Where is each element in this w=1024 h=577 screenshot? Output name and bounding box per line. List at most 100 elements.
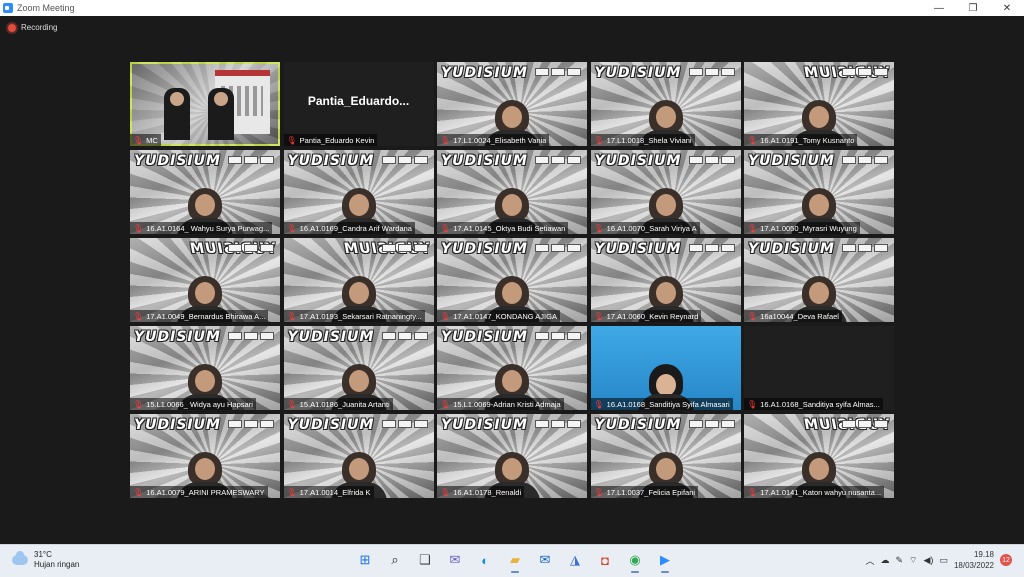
participant-name-label: 🎙 17.A1.0049_Bernardus Bhirawa A...	[130, 310, 269, 322]
battery-icon[interactable]: ▭	[939, 555, 948, 566]
participant-tile[interactable]: YUDISIUM 🎙 17.A1.0060_Kevin Reynard	[590, 238, 741, 322]
logo-strip	[535, 244, 581, 252]
logo-strip	[228, 420, 274, 428]
participant-tile[interactable]: 🎙 MC	[130, 62, 280, 146]
participant-tile[interactable]: YUDISIUM 🎙 17.L1.0037_Felicia Epifani	[590, 414, 741, 498]
speaker-icon[interactable]: ◀)	[924, 555, 934, 566]
participant-name: 17.A1.0193_Sekarsari Ratnaningty...	[299, 311, 422, 321]
participant-tile[interactable]: YUDISIUM🎙16.A1.0191_Tomy Kusnanto	[744, 62, 894, 146]
participant-name-label: 🎙 16.A1.0191_Tomy Kusnanto	[744, 134, 858, 146]
cloud-icon[interactable]: ☁	[881, 555, 890, 566]
search-icon[interactable]: ⌕	[384, 549, 406, 571]
background-banner: YUDISIUM	[594, 153, 682, 169]
mic-muted-icon: 🎙	[440, 135, 451, 145]
logo-strip	[381, 244, 428, 252]
chevron-up-icon[interactable]: ︿	[865, 554, 874, 567]
background-banner: YUDISIUM	[594, 65, 682, 81]
participant-tile[interactable]: YUDISIUM 🎙 16.A1.0178_Renaldi	[437, 414, 587, 498]
background-banner: YUDISIUM	[441, 329, 528, 345]
close-button[interactable]: ✕	[990, 0, 1024, 16]
clock[interactable]: 19.18 18/03/2022	[954, 549, 994, 571]
participant-tile[interactable]: YUDISIUM🎙17.A1.0193_Sekarsari Ratnaningt…	[283, 238, 434, 322]
participant-tile[interactable]: YUDISIUM 🎙 17.A1.0145_Oktya Budi Setiawan	[437, 150, 587, 234]
participant-tile[interactable]: YUDISIUM 🎙 16.A1.0169_Candra Arif Wardana	[283, 150, 434, 234]
participant-tile[interactable]: 🎙 16.A1.0168_Sanditiya syifa Almas...	[744, 326, 894, 410]
background-banner: YUDISIUM	[134, 153, 221, 169]
participant-tile[interactable]: Pantia_Eduardo... 🎙 Pantia_Eduardo Kevin	[283, 62, 434, 146]
start-icon[interactable]: ⊞	[354, 549, 376, 571]
weather-temp: 31°C	[34, 550, 52, 559]
participant-tile[interactable]: YUDISIUM 🎙 17.A1.0050_Myrasri Wuyung	[744, 150, 894, 234]
mail-icon[interactable]: ✉	[534, 549, 556, 571]
participant-name-label: 🎙 16.A1.0164_ Wahyu Surya Purwag...	[130, 222, 273, 234]
participant-name: 17.L1.0024_Elisabeth Vania	[453, 135, 547, 145]
weather-widget[interactable]: 31°C Hujan ringan	[12, 550, 79, 570]
participant-video	[648, 188, 683, 222]
wifi-icon[interactable]: ⌔	[909, 555, 917, 566]
participant-tile[interactable]: YUDISIUM 🎙 16a10044_Deva Rafael	[744, 238, 894, 322]
logo-strip	[688, 420, 735, 428]
office-icon[interactable]: ◘	[594, 549, 616, 571]
pen-icon[interactable]: ✎	[896, 555, 904, 566]
background-banner: YUDISIUM	[441, 65, 528, 81]
mic-muted-icon: 🎙	[747, 223, 758, 233]
recording-label: Recording	[21, 23, 58, 32]
store-icon[interactable]: ◮	[564, 549, 586, 571]
taskbar: 31°C Hujan ringan ⊞ ⌕ ❑ ✉ ◐ ▰ ✉ ◮ ◘ ◉ ▶ ︿ ☁ ✎ ⌔ ◀)…	[0, 544, 1024, 577]
participant-video	[188, 364, 222, 398]
chrome-icon[interactable]: ◉	[624, 549, 646, 573]
participant-name-label: 🎙 17.A1.0014_Elfrida K	[283, 486, 374, 498]
participant-tile[interactable]: YUDISIUM 🎙 17.A1.0147_KONDANG AJIGA	[437, 238, 587, 322]
participant-tile[interactable]: YUDISIUM 🎙 16.A1.0070_Sarah Viriya A	[590, 150, 741, 234]
notification-badge[interactable]: 12	[1000, 554, 1012, 566]
presenter-figure	[164, 88, 190, 140]
presenter-figure	[208, 88, 234, 140]
file-explorer-icon[interactable]: ▰	[504, 549, 526, 573]
participant-name-label: 🎙 17.A1.0145_Oktya Budi Setiawan	[437, 222, 569, 234]
participant-tile[interactable]: YUDISIUM 🎙 15.L1.0069-Adrian Kristi Admaja	[437, 326, 587, 410]
participant-tile[interactable]: YUDISIUM 🎙 17.L1.0018_Shela Viviani	[590, 62, 741, 146]
participant-name: 15.A1.0186_Juanita Artanti	[299, 399, 390, 409]
participant-video	[341, 276, 376, 310]
zoom-app-icon	[3, 3, 13, 13]
mic-muted-icon: 🎙	[286, 135, 297, 145]
participant-video	[495, 276, 529, 310]
participant-name: 17.A1.0145_Oktya Budi Setiawan	[453, 223, 566, 233]
participant-video	[188, 452, 222, 486]
participant-tile[interactable]: YUDISIUM🎙17.A1.0141_Katon wahyu nusanta.…	[744, 414, 894, 498]
edge-icon[interactable]: ◐	[474, 549, 496, 571]
participant-tile[interactable]: YUDISIUM 🎙 15.A1.0186_Juanita Artanti	[283, 326, 434, 410]
participant-name: 16.A1.0168_Sanditiya syifa Almas...	[760, 399, 880, 409]
mic-muted-icon: 🎙	[593, 399, 604, 409]
participant-name: 16.A1.0191_Tomy Kusnanto	[760, 135, 855, 145]
participant-name: 17.A1.0014_Elfrida K	[299, 487, 371, 497]
logo-strip	[688, 68, 735, 76]
participant-name: 16a10044_Deva Rafael	[760, 311, 839, 321]
participant-video	[495, 364, 529, 398]
participant-name: 17.A1.0141_Katon wahyu nusanta...	[760, 487, 882, 497]
mic-muted-icon: 🎙	[593, 223, 604, 233]
logo-strip	[381, 332, 428, 340]
task-view-icon[interactable]: ❑	[414, 549, 436, 571]
mic-muted-icon: 🎙	[133, 399, 144, 409]
participant-tile[interactable]: YUDISIUM 🎙 16.A1.0164_ Wahyu Surya Purwag.…	[130, 150, 280, 234]
background-banner: YUDISIUM	[287, 329, 375, 345]
zoom-icon[interactable]: ▶	[654, 549, 676, 573]
logo-strip	[842, 68, 888, 76]
minimize-button[interactable]: —	[922, 0, 956, 16]
participant-tile[interactable]: YUDISIUM 🎙 16.A1.0079_ARINI PRAMESWARY	[130, 414, 280, 498]
chat-icon[interactable]: ✉	[444, 549, 466, 571]
mic-muted-icon: 🎙	[440, 223, 451, 233]
participant-name-label: 🎙 15.L1.0069-Adrian Kristi Admaja	[437, 398, 564, 410]
participant-tile[interactable]: YUDISIUM 🎙 17.L1.0024_Elisabeth Vania	[437, 62, 587, 146]
participant-tile[interactable]: YUDISIUM🎙17.A1.0049_Bernardus Bhirawa A.…	[130, 238, 280, 322]
recording-indicator[interactable]: Recording	[8, 23, 57, 32]
participant-name: 17.A1.0147_KONDANG AJIGA	[453, 311, 557, 321]
participant-tile[interactable]: YUDISIUM 🎙 15.L1.0066_ Widya ayu Hapsari	[130, 326, 280, 410]
maximize-button[interactable]: ❐	[956, 0, 990, 16]
participant-tile[interactable]: 🎙 16.A1.0168_Sanditiya Syifa Almasari	[590, 326, 741, 410]
participant-video	[495, 100, 529, 134]
participant-tile[interactable]: YUDISIUM 🎙 17.A1.0014_Elfrida K	[283, 414, 434, 498]
logo-strip	[535, 332, 581, 340]
mic-muted-icon: 🎙	[593, 311, 604, 321]
